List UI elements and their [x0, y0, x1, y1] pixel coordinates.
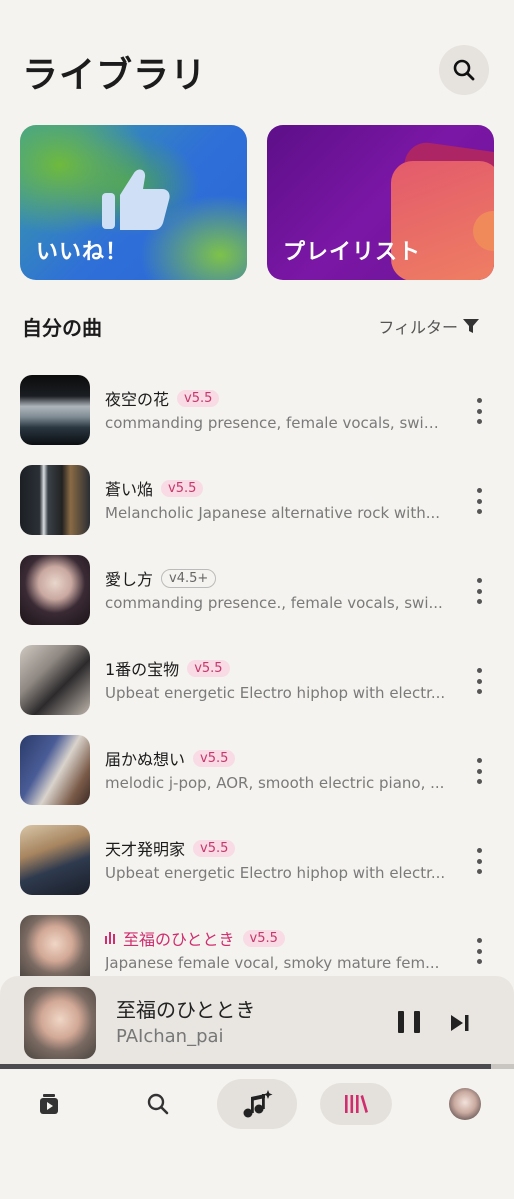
page-title: ライブラリ — [22, 55, 208, 96]
more-options-icon[interactable] — [470, 758, 488, 784]
nav-create[interactable] — [217, 1079, 297, 1129]
song-title: 夜空の花 — [105, 390, 170, 409]
playlist-card[interactable]: プレイリスト — [267, 125, 494, 280]
song-title: 天才発明家 — [105, 840, 186, 859]
search-icon — [453, 59, 475, 81]
song-row-playing[interactable]: 至福のひととき v5.5 Japanese female vocal, smok… — [0, 912, 514, 986]
mini-player[interactable]: 至福のひととき PAIchan_pai — [0, 976, 514, 1070]
home-icon — [40, 1094, 58, 1114]
nav-library[interactable] — [320, 1083, 392, 1125]
song-description: Upbeat energetic Electro hiphop with ele… — [105, 684, 446, 702]
song-title: 蒼い焔 — [105, 480, 154, 499]
funnel-icon — [463, 319, 479, 333]
likes-card-label: いいね！ — [36, 240, 129, 265]
song-description: Melancholic Japanese alternative rock wi… — [105, 504, 441, 522]
version-badge: v5.5 — [242, 929, 285, 947]
song-cover — [20, 465, 90, 535]
version-badge: v5.5 — [193, 839, 236, 857]
song-title: 愛し方 — [105, 570, 154, 589]
library-icon — [345, 1095, 368, 1113]
player-cover — [24, 987, 96, 1059]
song-row[interactable]: 1番の宝物 v5.5 Upbeat energetic Electro hiph… — [0, 642, 514, 716]
song-row[interactable]: 天才発明家 v5.5 Upbeat energetic Electro hiph… — [0, 822, 514, 896]
song-description: commanding presence, female vocals, swin… — [105, 414, 447, 432]
collection-cards: いいね！ プレイリスト — [0, 125, 514, 281]
thumbs-up-icon — [102, 169, 170, 230]
section-title: 自分の曲 — [22, 316, 102, 340]
version-badge: v4.5+ — [161, 568, 217, 588]
bottom-nav — [0, 1069, 514, 1199]
song-description: Upbeat energetic Electro hiphop with ele… — [105, 864, 446, 882]
song-cover — [20, 825, 90, 895]
song-description: melodic j-pop, AOR, smooth electric pian… — [105, 774, 445, 792]
header: ライブラリ — [0, 0, 514, 120]
song-description: commanding presence., female vocals, swi… — [105, 594, 443, 612]
pause-icon[interactable] — [398, 1011, 420, 1035]
more-options-icon[interactable] — [470, 668, 488, 694]
playlist-card-label: プレイリスト — [283, 240, 422, 265]
search-icon — [147, 1093, 169, 1115]
filter-label: フィルター — [378, 318, 458, 337]
song-cover — [20, 735, 90, 805]
more-options-icon[interactable] — [470, 578, 488, 604]
song-title: 1番の宝物 — [105, 660, 180, 679]
song-cover — [20, 375, 90, 445]
song-row[interactable]: 届かぬ想い v5.5 melodic j-pop, AOR, smooth el… — [0, 732, 514, 806]
version-badge: v5.5 — [187, 659, 230, 677]
profile-avatar[interactable] — [449, 1088, 481, 1120]
more-options-icon[interactable] — [470, 488, 488, 514]
filter-button[interactable]: フィルター — [378, 314, 480, 338]
more-options-icon[interactable] — [470, 848, 488, 874]
my-songs-header: 自分の曲 フィルター — [0, 308, 514, 344]
skip-next-icon[interactable] — [450, 1014, 470, 1032]
version-badge: v5.5 — [177, 389, 220, 407]
song-title: 届かぬ想い — [105, 750, 186, 769]
song-cover — [20, 915, 90, 979]
player-title: 至福のひととき — [116, 998, 256, 1022]
song-description: Japanese female vocal, smoky mature fem.… — [105, 954, 440, 972]
more-options-icon[interactable] — [470, 398, 488, 424]
song-row[interactable]: 愛し方 v4.5+ commanding presence., female v… — [0, 552, 514, 626]
version-badge: v5.5 — [161, 479, 204, 497]
more-options-icon[interactable] — [470, 938, 488, 964]
nav-search[interactable] — [143, 1079, 173, 1129]
now-playing-icon — [105, 932, 115, 944]
search-button[interactable] — [439, 45, 489, 95]
song-cover — [20, 645, 90, 715]
song-cover — [20, 555, 90, 625]
version-badge: v5.5 — [193, 749, 236, 767]
song-title: 至福のひととき — [123, 930, 235, 949]
likes-card[interactable]: いいね！ — [20, 125, 247, 280]
player-artist: PAIchan_pai — [116, 1026, 224, 1047]
song-row[interactable]: 夜空の花 v5.5 commanding presence, female vo… — [0, 372, 514, 446]
nav-home[interactable] — [34, 1079, 64, 1129]
song-row[interactable]: 蒼い焔 v5.5 Melancholic Japanese alternativ… — [0, 462, 514, 536]
create-icon — [243, 1090, 273, 1118]
